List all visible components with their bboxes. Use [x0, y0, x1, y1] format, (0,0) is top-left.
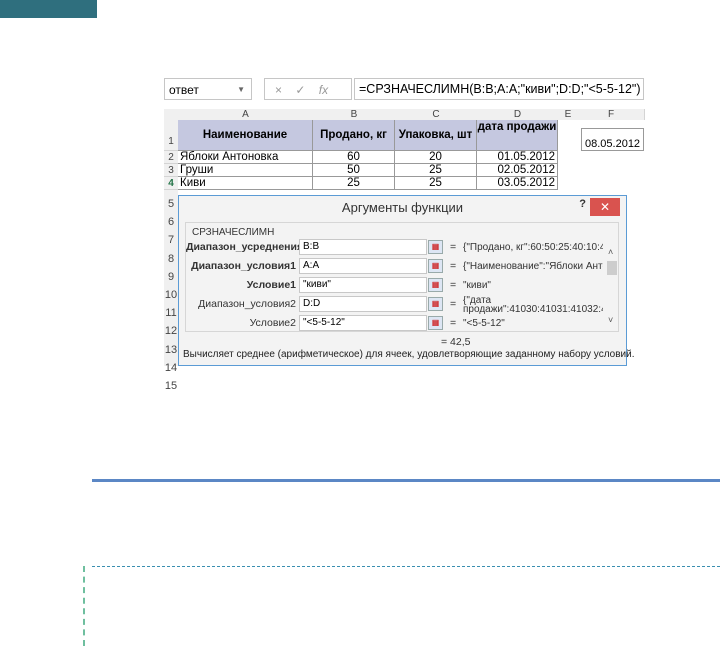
header-cell[interactable]: Наименование [178, 120, 313, 151]
col-header-b[interactable]: B [313, 109, 396, 120]
header-cell[interactable]: дата продажи [477, 120, 558, 151]
row-header[interactable]: 12 [164, 322, 178, 340]
collapse-dialog-icon[interactable]: ▦ [428, 297, 443, 311]
argument-input[interactable]: "<5-5-12" [299, 315, 427, 331]
scrollbar-thumb[interactable] [607, 261, 617, 275]
row-header[interactable]: 11 [164, 304, 178, 322]
argument-result: "киви" [463, 280, 491, 291]
argument-row: Условие1 "киви" ▦ = "киви" [186, 277, 618, 294]
table-cell[interactable]: 01.05.2012 [477, 151, 558, 164]
function-name: СРЗНАЧЕСЛИМН [192, 227, 275, 238]
chevron-down-icon[interactable]: ▼ [237, 79, 245, 101]
excel-screenshot: ответ ▼ × ✓ fx =СРЗНАЧЕСЛИМН(B:B;A:A;"кив… [164, 76, 645, 392]
function-arguments-dialog: Аргументы функции ? ✕ СРЗНАЧЕСЛИМН Диапа… [178, 195, 634, 366]
col-header-a[interactable]: A [178, 109, 314, 120]
table-cell[interactable]: 60 [313, 151, 395, 164]
table-cell[interactable]: 03.05.2012 [477, 177, 558, 190]
col-header-e[interactable]: E [558, 109, 579, 120]
cancel-icon[interactable]: × [275, 83, 282, 97]
function-description: Вычисляет среднее (арифметическое) для я… [183, 349, 635, 360]
equals-sign: = [450, 279, 457, 291]
table-cell[interactable]: Груши [178, 164, 313, 177]
table-cell[interactable]: Яблоки Антоновка [178, 151, 313, 164]
row-header[interactable]: 9 [164, 268, 178, 286]
help-icon[interactable]: ? [579, 198, 586, 210]
name-box-value: ответ [169, 83, 199, 97]
argument-label: Условие2 [249, 317, 296, 329]
argument-result: {"Продано, кг":60:50:25:40:10:45:60 [463, 242, 603, 253]
enter-icon[interactable]: ✓ [295, 83, 305, 97]
argument-input[interactable]: D:D [299, 296, 427, 312]
header-cell[interactable]: Продано, кг [313, 120, 395, 151]
table-cell[interactable]: 50 [313, 164, 395, 177]
row-header[interactable]: 3 [164, 164, 178, 177]
argument-label: Диапазон_условия2 [198, 298, 296, 310]
formula-bar[interactable]: =СРЗНАЧЕСЛИМН(B:B;A:A;"киви";D:D;"<5-5-1… [354, 78, 644, 100]
chevron-down-icon[interactable]: ˅ [608, 315, 613, 325]
row-header[interactable]: 15 [164, 377, 178, 395]
argument-row: Диапазон_усреднения B:B ▦ = {"Продано, к… [186, 239, 618, 256]
name-box[interactable]: ответ ▼ [164, 78, 252, 100]
table-cell[interactable]: 02.05.2012 [477, 164, 558, 177]
divider-line [92, 479, 720, 482]
collapse-dialog-icon[interactable]: ▦ [428, 240, 443, 254]
row-header[interactable]: 2 [164, 151, 178, 164]
arguments-group: СРЗНАЧЕСЛИМН Диапазон_усреднения B:B ▦ =… [185, 222, 619, 332]
corner-block [0, 0, 97, 18]
argument-row: Диапазон_условия2 D:D ▦ = {"дата продажи… [186, 296, 618, 314]
argument-result: "<5-5-12" [463, 318, 505, 329]
argument-label: Условие1 [246, 279, 296, 291]
cell-f1[interactable]: 08.05.2012 [581, 128, 644, 151]
argument-result: {"Наименование":"Яблоки Анто... [463, 261, 603, 272]
insert-function-icon[interactable]: fx [319, 83, 328, 97]
argument-label: Диапазон_условия1 [191, 260, 296, 272]
row-header[interactable]: 14 [164, 359, 178, 377]
arguments-scrollbar[interactable]: ˄ ˅ [606, 223, 618, 331]
table-cell[interactable]: 25 [313, 177, 395, 190]
collapse-dialog-icon[interactable]: ▦ [428, 259, 443, 273]
argument-row: Диапазон_условия1 A:A ▦ = {"Наименование… [186, 258, 618, 275]
row-header[interactable]: 6 [164, 213, 178, 231]
row-header[interactable]: 8 [164, 250, 178, 268]
col-header-d[interactable]: D [477, 109, 559, 120]
equals-sign: = [450, 260, 457, 272]
header-cell[interactable]: Упаковка, шт [395, 120, 477, 151]
argument-label: Диапазон_усреднения [186, 241, 304, 253]
argument-result: {"дата продажи":41030:41031:41032:4103 [463, 296, 603, 314]
dialog-title: Аргументы функции [341, 200, 464, 215]
col-header-c[interactable]: C [395, 109, 478, 120]
row-header[interactable]: 13 [164, 341, 178, 359]
dashed-vertical-line [83, 566, 85, 646]
table-cell[interactable]: 25 [395, 177, 477, 190]
table-cell[interactable]: 25 [395, 164, 477, 177]
table-cell[interactable]: 20 [395, 151, 477, 164]
row-headers-5-15: 5 6 7 8 9 10 11 12 13 14 15 [164, 190, 178, 392]
formula-result: = 42,5 [441, 336, 471, 348]
collapse-dialog-icon[interactable]: ▦ [428, 278, 443, 292]
equals-sign: = [450, 298, 457, 310]
close-button[interactable]: ✕ [590, 198, 620, 216]
col-header-f[interactable]: F [578, 109, 645, 120]
equals-sign: = [450, 241, 457, 253]
formula-buttons: × ✓ fx [264, 78, 352, 100]
argument-row: Условие2 "<5-5-12" ▦ = "<5-5-12" [186, 315, 618, 332]
table-cell[interactable]: Киви [178, 177, 313, 190]
row-header[interactable]: 4 [164, 177, 178, 190]
select-all[interactable] [164, 109, 179, 120]
argument-input[interactable]: A:A [299, 258, 427, 274]
row-header[interactable]: 10 [164, 286, 178, 304]
argument-input[interactable]: B:B [299, 239, 427, 255]
row-header[interactable]: 5 [164, 195, 178, 213]
dashed-divider [92, 566, 720, 567]
equals-sign: = [450, 317, 457, 329]
argument-input[interactable]: "киви" [299, 277, 427, 293]
row-header[interactable]: 1 [164, 120, 178, 151]
chevron-up-icon[interactable]: ˄ [608, 247, 613, 257]
collapse-dialog-icon[interactable]: ▦ [428, 316, 443, 330]
row-header[interactable]: 7 [164, 231, 178, 249]
